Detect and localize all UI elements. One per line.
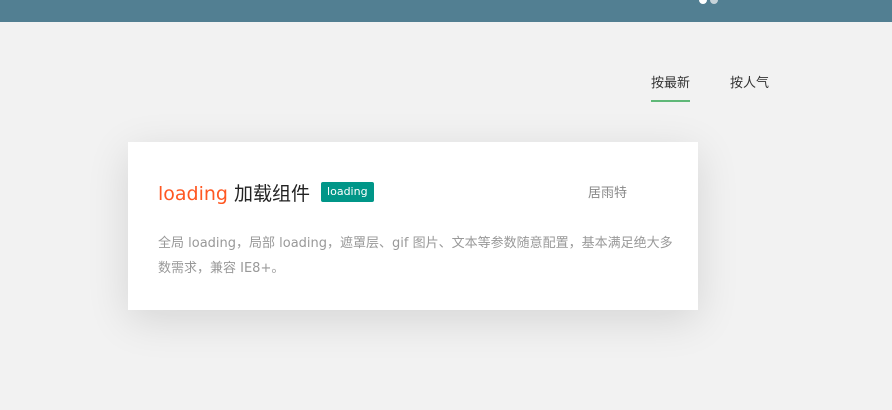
top-navbar (0, 0, 892, 22)
component-card[interactable]: loading 加载组件 loading 居雨特 全局 loading，局部 l… (128, 142, 698, 310)
tab-newest[interactable]: 按最新 (651, 72, 691, 102)
card-title-rest[interactable]: 加载组件 (228, 183, 310, 205)
card-title-highlight[interactable]: loading (158, 183, 228, 205)
author-name[interactable]: 居雨特 (588, 182, 627, 201)
card-description: 全局 loading，局部 loading，遮罩层、gif 图片、文本等参数随意… (158, 236, 673, 276)
card-title[interactable]: loading 加载组件 (158, 179, 310, 206)
sort-tabs: 按最新 按人气 (651, 72, 769, 102)
tag-badge[interactable]: loading (321, 182, 374, 202)
carousel-indicator[interactable] (699, 0, 718, 4)
indicator-dot-active[interactable] (699, 0, 707, 4)
indicator-dot[interactable] (710, 0, 718, 4)
tab-popular[interactable]: 按人气 (730, 72, 769, 101)
